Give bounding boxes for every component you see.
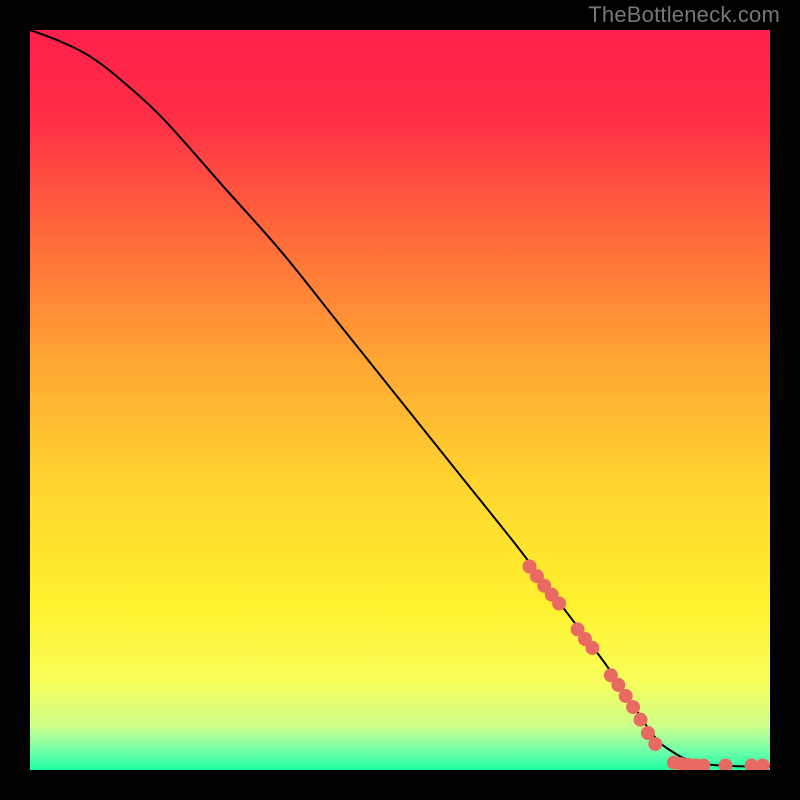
marker-dot [719, 759, 733, 770]
marker-dot [634, 713, 648, 727]
curve-path [30, 30, 770, 767]
plot-area [30, 30, 770, 770]
curve-layer [30, 30, 770, 770]
marker-dot [756, 759, 770, 770]
chart-frame: TheBottleneck.com [0, 0, 800, 800]
marker-dot [626, 700, 640, 714]
marker-dot [585, 641, 599, 655]
marker-dot [648, 737, 662, 751]
watermark-text: TheBottleneck.com [588, 2, 780, 28]
markers-group [523, 560, 770, 771]
marker-dot [552, 597, 566, 611]
